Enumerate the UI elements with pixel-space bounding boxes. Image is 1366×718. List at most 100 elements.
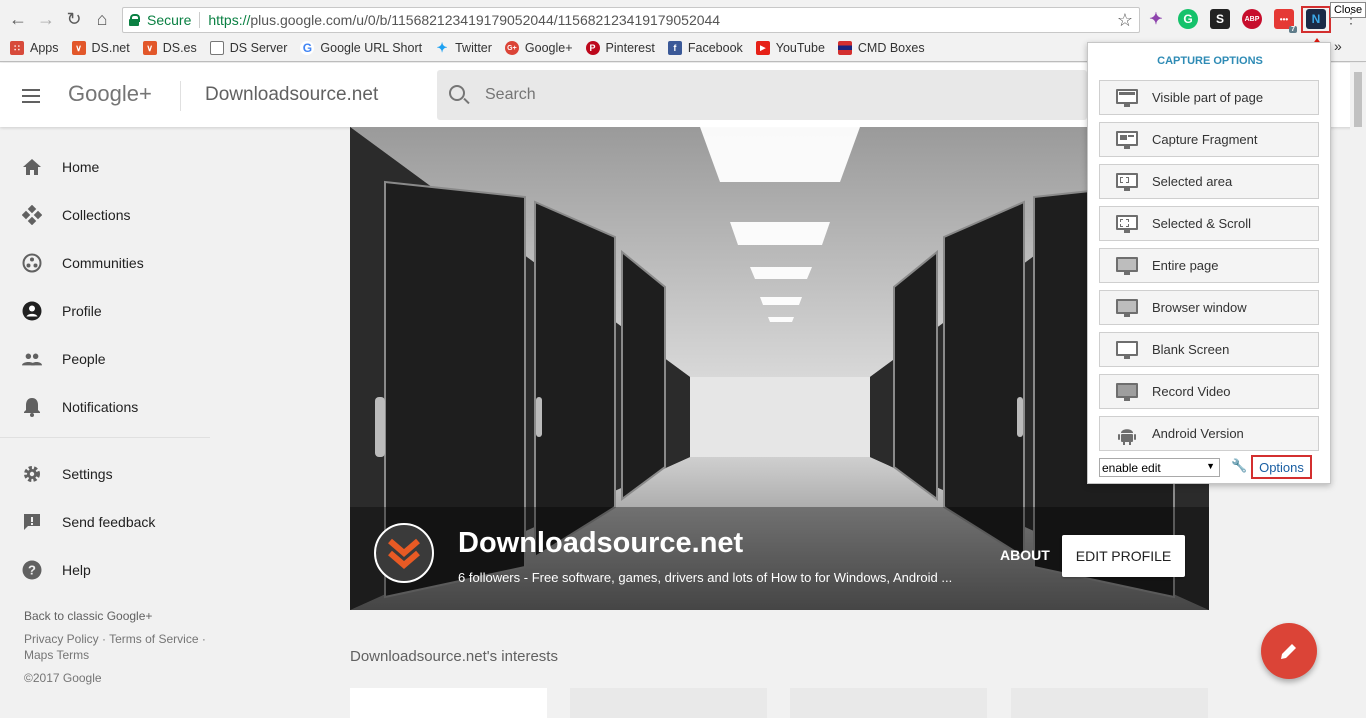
capture-option-label: Blank Screen bbox=[1152, 342, 1230, 357]
capture-option-label: Browser window bbox=[1152, 300, 1247, 315]
bookmark-twitter[interactable]: ✦ Twitter bbox=[435, 40, 492, 55]
sidebar-item-notifications[interactable]: Notifications bbox=[0, 385, 210, 429]
pencil-icon bbox=[1281, 644, 1296, 659]
blank-screen-icon bbox=[1116, 341, 1138, 359]
search-input[interactable]: Search bbox=[437, 70, 1087, 120]
sidebar-item-home[interactable]: Home bbox=[0, 145, 210, 189]
edit-profile-button[interactable]: EDIT PROFILE bbox=[1062, 535, 1185, 577]
bookmark-label: Twitter bbox=[455, 41, 492, 55]
bookmark-cmd-boxes[interactable]: CMD Boxes bbox=[837, 41, 925, 55]
sidebar-nav: Home Collections Communities Profile Peo… bbox=[0, 127, 210, 710]
bookmark-label: Google+ bbox=[524, 41, 573, 55]
lock-icon bbox=[129, 14, 140, 26]
gplus-logo[interactable]: Google+ bbox=[68, 81, 152, 107]
profile-avatar[interactable] bbox=[374, 523, 434, 583]
wrench-icon[interactable]: 🔧 bbox=[1231, 458, 1247, 474]
sidebar-item-label: Communities bbox=[62, 255, 144, 271]
capture-option-label: Android Version bbox=[1152, 426, 1244, 441]
sidebar-item-label: Help bbox=[62, 562, 91, 578]
options-link[interactable]: Options bbox=[1251, 455, 1312, 479]
bookmark-google-url-short[interactable]: G Google URL Short bbox=[300, 41, 422, 55]
scrollbar[interactable] bbox=[1350, 63, 1366, 710]
collections-icon bbox=[22, 205, 42, 225]
people-icon bbox=[22, 349, 42, 369]
sidebar-item-label: Settings bbox=[62, 466, 113, 482]
downloadsource-logo-icon bbox=[388, 538, 420, 569]
back-icon[interactable]: ← bbox=[7, 8, 29, 30]
gear-icon bbox=[22, 464, 42, 484]
sidebar-item-label: People bbox=[62, 351, 106, 367]
maps-terms-link[interactable]: Maps Terms bbox=[24, 647, 89, 663]
sidebar-item-people[interactable]: People bbox=[0, 337, 210, 381]
bookmark-star-icon[interactable]: ☆ bbox=[1117, 10, 1133, 31]
chrome-menu-icon[interactable]: ⋮ bbox=[1344, 10, 1358, 27]
bookmark-ds-es[interactable]: ∨ DS.es bbox=[142, 41, 197, 55]
entire-page-button[interactable]: Entire page bbox=[1099, 248, 1319, 283]
sidebar-item-settings[interactable]: Settings bbox=[0, 452, 210, 496]
sidebar-item-send-feedback[interactable]: Send feedback bbox=[0, 500, 210, 544]
hamburger-menu-icon[interactable] bbox=[22, 89, 40, 107]
visible-part-button[interactable]: Visible part of page bbox=[1099, 80, 1319, 115]
interests-heading: Downloadsource.net's interests bbox=[350, 648, 558, 665]
back-to-classic-link[interactable]: Back to classic Google+ bbox=[24, 608, 152, 624]
interest-card[interactable] bbox=[570, 688, 767, 718]
sidebar-item-help[interactable]: ? Help bbox=[0, 548, 210, 592]
sidebar-item-collections[interactable]: Collections bbox=[0, 193, 210, 237]
s-extension-icon[interactable]: S bbox=[1210, 9, 1230, 29]
selected-area-button[interactable]: Selected area bbox=[1099, 164, 1319, 199]
sidebar-item-communities[interactable]: Communities bbox=[0, 241, 210, 285]
capture-option-label: Visible part of page bbox=[1152, 90, 1264, 105]
apps-grid-icon: ∷ bbox=[10, 41, 24, 55]
extension-badge: 7 bbox=[1289, 26, 1297, 33]
entire-page-icon bbox=[1116, 257, 1138, 275]
bookmark-youtube[interactable]: ▶ YouTube bbox=[755, 41, 825, 55]
chevron-down-icon: ▼ bbox=[1206, 461, 1215, 471]
adblock-plus-icon[interactable]: ABP bbox=[1242, 9, 1262, 29]
secure-indicator[interactable]: Secure bbox=[123, 12, 191, 28]
bookmark-label: Pinterest bbox=[605, 41, 655, 55]
bookmark-facebook[interactable]: f Facebook bbox=[667, 41, 743, 55]
feather-extension-icon[interactable]: ✦ bbox=[1146, 9, 1166, 29]
reload-icon[interactable]: ↻ bbox=[63, 8, 85, 30]
youtube-icon: ▶ bbox=[755, 41, 770, 55]
bookmark-pinterest[interactable]: P Pinterest bbox=[585, 41, 655, 55]
bookmark-apps[interactable]: ∷ Apps bbox=[10, 41, 59, 55]
browser-window-button[interactable]: Browser window bbox=[1099, 290, 1319, 325]
sidebar-item-profile[interactable]: Profile bbox=[0, 289, 210, 333]
capture-option-label: Selected & Scroll bbox=[1152, 216, 1251, 231]
legal-links[interactable]: Privacy Policy · Terms of Service · bbox=[24, 631, 206, 647]
header-divider bbox=[180, 81, 181, 111]
bookmark-label: YouTube bbox=[775, 41, 825, 55]
capture-option-label: Selected area bbox=[1152, 174, 1233, 189]
bookmark-label: Facebook bbox=[687, 41, 743, 55]
blank-screen-button[interactable]: Blank Screen bbox=[1099, 332, 1319, 367]
interest-card[interactable] bbox=[350, 688, 547, 718]
interest-card[interactable] bbox=[790, 688, 987, 718]
edit-mode-select[interactable]: enable edit ▼ bbox=[1099, 458, 1220, 477]
selected-scroll-button[interactable]: Selected & Scroll bbox=[1099, 206, 1319, 241]
omnibox-divider bbox=[199, 12, 201, 28]
dots-extension-icon[interactable]: ••• 7 bbox=[1274, 9, 1297, 33]
capture-options-popup: CAPTURE OPTIONS Visible part of page Cap… bbox=[1087, 42, 1331, 484]
ds-es-icon: ∨ bbox=[142, 41, 157, 55]
record-video-button[interactable]: Record Video bbox=[1099, 374, 1319, 409]
bookmarks-overflow-icon[interactable]: » bbox=[1334, 38, 1342, 54]
page-icon bbox=[209, 41, 224, 55]
select-value: enable edit bbox=[1102, 460, 1161, 475]
address-bar[interactable]: Secure https:// plus.google.com/u/0/b/11… bbox=[122, 7, 1140, 33]
home-button-icon[interactable]: ⌂ bbox=[91, 8, 113, 30]
about-button[interactable]: ABOUT bbox=[1000, 547, 1050, 563]
fragment-icon bbox=[1116, 131, 1138, 149]
scrollbar-thumb[interactable] bbox=[1354, 72, 1362, 127]
popup-title: CAPTURE OPTIONS bbox=[1157, 55, 1263, 67]
android-icon bbox=[1116, 425, 1138, 445]
bookmark-ds-net[interactable]: ∨ DS.net bbox=[71, 41, 130, 55]
grammarly-extension-icon[interactable]: G bbox=[1178, 9, 1198, 29]
bookmark-google-plus[interactable]: G+ Google+ bbox=[504, 41, 573, 55]
capture-fragment-button[interactable]: Capture Fragment bbox=[1099, 122, 1319, 157]
interest-card[interactable] bbox=[1011, 688, 1208, 718]
android-version-button[interactable]: Android Version bbox=[1099, 416, 1319, 451]
compose-fab-button[interactable] bbox=[1261, 623, 1317, 679]
forward-icon[interactable]: → bbox=[35, 8, 57, 30]
bookmark-ds-server[interactable]: DS Server bbox=[209, 41, 287, 55]
